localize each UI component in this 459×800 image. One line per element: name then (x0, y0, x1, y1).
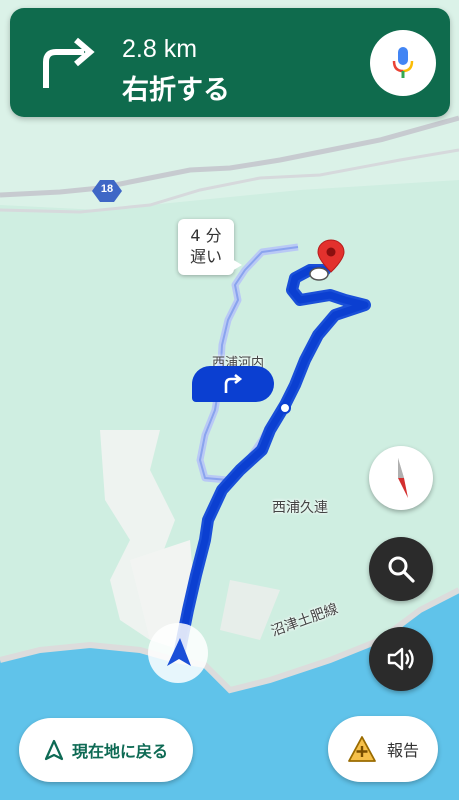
next-turn-callout (192, 366, 274, 402)
recenter-label: 現在地に戻る (71, 742, 168, 761)
report-button[interactable]: 報告 (328, 716, 438, 782)
turn-right-icon (224, 373, 243, 393)
turn-instruction: 右折する (122, 75, 230, 106)
microphone-icon (392, 47, 414, 78)
delay-label: 遅い (189, 247, 222, 266)
compass-button[interactable] (369, 446, 433, 510)
place-label-nishiura-kure: 西浦久連 (272, 500, 328, 516)
navigation-banner: 2.8 km 右折する (10, 8, 450, 117)
report-label: 報告 (386, 741, 419, 760)
delay-time: 4 分 (190, 226, 222, 245)
turn-distance: 2.8 km (122, 35, 198, 63)
compass-icon (398, 458, 408, 498)
search-button[interactable] (369, 537, 433, 601)
destination-pin-icon[interactable] (305, 238, 345, 286)
route-shield: 18 (92, 180, 122, 202)
speaker-icon (387, 647, 414, 671)
turn-right-icon (43, 37, 95, 88)
search-icon (388, 556, 415, 583)
current-location-marker[interactable] (148, 623, 208, 683)
voice-search-button[interactable] (370, 30, 436, 96)
recenter-button[interactable]: 現在地に戻る (19, 718, 193, 782)
sound-button[interactable] (369, 627, 433, 691)
navigation-outline-icon (44, 739, 64, 761)
navigation-arrow-icon (167, 638, 191, 666)
alternate-route-callout[interactable]: 4 分 遅い (178, 219, 242, 275)
report-plus-icon (348, 736, 376, 762)
